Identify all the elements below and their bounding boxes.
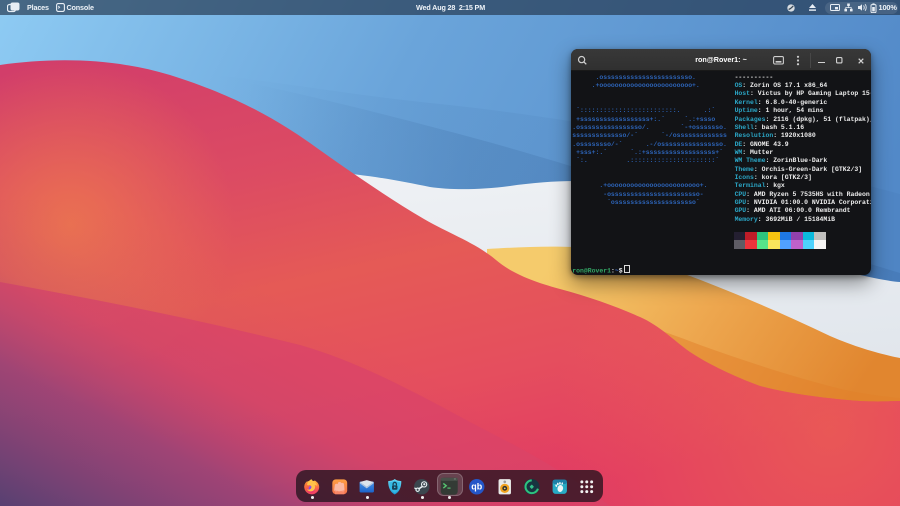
svg-text:qb: qb [472, 481, 483, 491]
